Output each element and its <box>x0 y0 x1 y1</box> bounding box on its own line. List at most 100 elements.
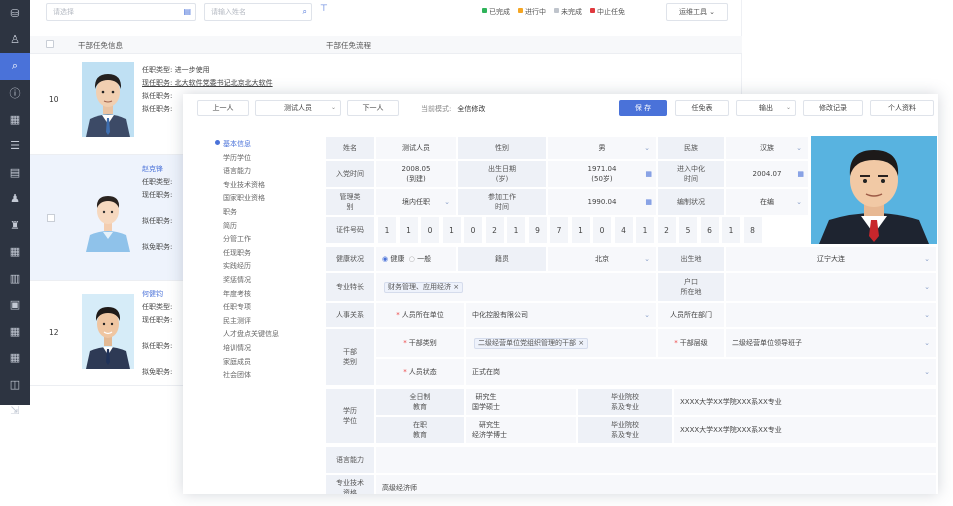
department-select[interactable]: ⌄ <box>725 302 937 328</box>
id-digit-cell[interactable]: 1 <box>398 216 419 244</box>
section-nav-item[interactable]: 国家职业资格 <box>223 192 323 206</box>
unit-select[interactable]: 中化控股有限公司 ⌄ <box>465 302 657 328</box>
unit-select[interactable]: 请选择 ▤ <box>46 3 196 21</box>
list-icon[interactable]: ☰ <box>0 133 30 160</box>
calendar-icon[interactable]: ▦ <box>645 169 652 179</box>
calendar-icon[interactable]: ▦ <box>0 106 30 133</box>
gender-select[interactable]: 男 ⌄ <box>547 136 657 160</box>
appointment-form-button[interactable]: 任免表 <box>675 100 729 116</box>
id-digit-cell[interactable]: 0 <box>463 216 483 244</box>
section-nav-item[interactable]: 专业技术资格 <box>223 179 323 193</box>
id-digit-cell[interactable]: 4 <box>613 216 634 244</box>
language-field[interactable] <box>375 446 937 474</box>
section-nav-item[interactable]: 职务 <box>223 206 323 220</box>
work-start-field[interactable]: 1990.04 ▦ <box>547 188 657 216</box>
section-nav-item[interactable]: 人才盘点关键信息 <box>223 328 323 342</box>
calendar-icon[interactable]: ▦ <box>645 197 652 207</box>
section-nav-item[interactable]: 实践经历 <box>223 260 323 274</box>
tech-qualification-field[interactable]: 高级经济师 <box>375 474 937 494</box>
id-digit-cell[interactable]: 1 <box>570 216 591 244</box>
person-icon[interactable]: ♟ <box>0 186 30 213</box>
staffing-select[interactable]: 在编 ⌄ <box>725 188 809 216</box>
specialty-field[interactable]: 财务管理、应用经济 × <box>375 272 657 302</box>
parttime-degree-field[interactable]: 研究生 经济学博士 <box>465 416 577 444</box>
id-digit-cell[interactable]: 1 <box>441 216 462 244</box>
search-icon[interactable]: ⌕ <box>0 53 30 80</box>
row-person-name[interactable]: 何健钧 <box>142 288 172 301</box>
id-digit-cell[interactable]: 9 <box>527 216 548 244</box>
grid-icon[interactable]: ▦ <box>0 239 30 266</box>
org-chart-icon[interactable]: ⛁ <box>0 0 30 27</box>
table-icon[interactable]: ▦ <box>0 318 30 345</box>
calendar-icon[interactable]: ▦ <box>797 169 804 179</box>
name-field[interactable]: 测试人员 <box>375 136 457 160</box>
save-button[interactable]: 保 存 <box>619 100 667 116</box>
health-option-2[interactable]: 一般 <box>417 254 431 264</box>
status-select[interactable]: 正式在岗 ⌄ <box>465 358 937 386</box>
export-icon[interactable]: ⇲ <box>0 398 30 425</box>
section-nav-item[interactable]: 年度考核 <box>223 288 323 302</box>
change-log-button[interactable]: 修改记录 <box>803 100 863 116</box>
user-icon[interactable]: ♙ <box>0 27 30 54</box>
ethnic-select[interactable]: 汉族 ⌄ <box>725 136 809 160</box>
section-nav-item[interactable]: 民主测评 <box>223 315 323 329</box>
fulltime-school-field[interactable]: XXXX大学XX学院XXX系XX专业 <box>673 388 937 416</box>
name-search-input[interactable]: 请输入姓名 ⌕ <box>204 3 312 21</box>
party-join-field[interactable]: 2008.05 (到建) <box>375 160 457 188</box>
info-icon[interactable]: ⓘ <box>0 80 30 107</box>
hire-date-field[interactable]: 2004.07 ▦ <box>725 160 809 188</box>
cadre-photo[interactable] <box>811 136 937 244</box>
id-digit-cell[interactable]: 8 <box>742 216 763 244</box>
tree-icon[interactable]: ▤ <box>183 4 191 20</box>
section-nav-item[interactable]: 语言能力 <box>223 165 323 179</box>
hukou-select[interactable]: ⌄ <box>725 272 937 302</box>
search-icon[interactable]: ⌕ <box>303 4 307 20</box>
health-option-1[interactable]: 健康 <box>390 254 404 264</box>
tools-button[interactable]: 运维工具 ⌄ <box>666 3 728 21</box>
id-digit-cell[interactable]: 5 <box>678 216 698 244</box>
id-digit-cell[interactable]: 0 <box>420 216 440 244</box>
birth-date-field[interactable]: 1971.04 (50岁) ▦ <box>547 160 657 188</box>
export-button[interactable]: 输出 ⌄ <box>736 100 796 116</box>
id-digit-cell[interactable]: 1 <box>506 216 526 244</box>
cadre-category-select[interactable]: 二级经营单位党组织管理的干部 × <box>465 328 657 358</box>
management-type-select[interactable]: 境内任职 ⌄ <box>375 188 457 216</box>
grid-icon[interactable]: ▦ <box>0 345 30 372</box>
radio-unchecked-icon[interactable]: ○ <box>409 254 415 264</box>
id-digit-cell[interactable]: 6 <box>699 216 720 244</box>
parttime-school-field[interactable]: XXXX大学XX学院XXX系XX专业 <box>673 416 937 444</box>
native-place-select[interactable]: 北京 ⌄ <box>547 246 657 272</box>
birthplace-select[interactable]: 辽宁大连 ⌄ <box>725 246 937 272</box>
id-digit-cell[interactable]: 1 <box>635 216 655 244</box>
section-nav-item[interactable]: 任现职务 <box>223 247 323 261</box>
section-nav-item[interactable]: 分管工作 <box>223 233 323 247</box>
id-digit-cell[interactable]: 1 <box>377 216 397 244</box>
id-digit-cell[interactable]: 0 <box>592 216 612 244</box>
filter-icon[interactable]: ⊤ <box>320 4 328 14</box>
section-nav-item[interactable]: 家庭成员 <box>223 356 323 370</box>
book-icon[interactable]: ▣ <box>0 292 30 319</box>
section-nav-item[interactable]: 学历学位 <box>223 152 323 166</box>
section-nav-item[interactable]: 培训情况 <box>223 342 323 356</box>
fulltime-degree-field[interactable]: 研究生 国学硕士 <box>465 388 577 416</box>
health-radio-group[interactable]: ◉ 健康 ○ 一般 <box>375 246 457 272</box>
file-icon[interactable]: ▥ <box>0 265 30 292</box>
person-select[interactable]: 测试人员 ⌄ <box>255 100 341 116</box>
id-digit-cell[interactable]: 1 <box>721 216 741 244</box>
specialty-tag[interactable]: 财务管理、应用经济 × <box>384 281 464 293</box>
section-nav-item[interactable]: 基本信息 <box>223 138 323 152</box>
section-nav-item[interactable]: 奖惩情况 <box>223 274 323 288</box>
profile-button[interactable]: 个人资料 <box>870 100 934 116</box>
next-person-button[interactable]: 下一人 <box>347 100 399 116</box>
person-settings-icon[interactable]: ♜ <box>0 212 30 239</box>
radio-checked-icon[interactable]: ◉ <box>382 254 388 264</box>
dashboard-icon[interactable]: ◫ <box>0 371 30 398</box>
id-digit-cell[interactable]: 7 <box>549 216 569 244</box>
id-digit-cell[interactable]: 2 <box>656 216 677 244</box>
select-all-checkbox[interactable] <box>46 40 54 48</box>
section-nav-item[interactable]: 简历 <box>223 220 323 234</box>
prev-person-button[interactable]: 上一人 <box>197 100 249 116</box>
id-digit-cell[interactable]: 2 <box>484 216 505 244</box>
section-nav-item[interactable]: 社会团体 <box>223 369 323 383</box>
cadre-category-tag[interactable]: 二级经营单位党组织管理的干部 × <box>474 337 589 349</box>
